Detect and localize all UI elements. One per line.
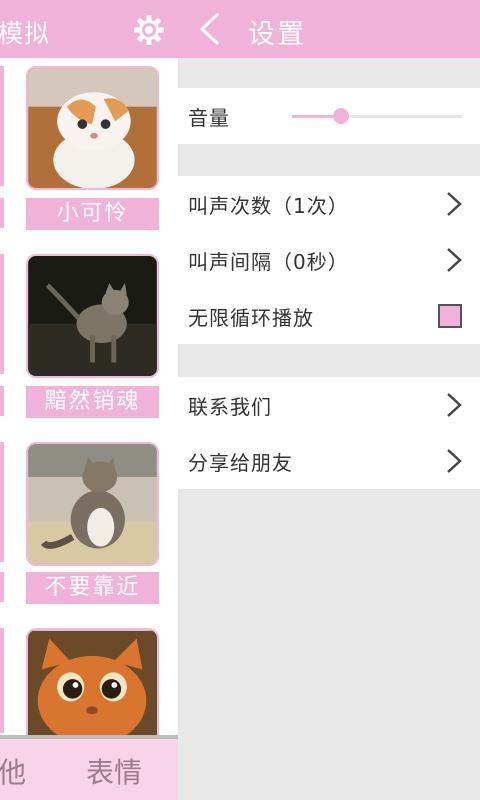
background-app-header: 模拟	[0, 0, 178, 58]
cat-card-image[interactable]	[26, 442, 159, 566]
background-app-tab-bar: 他 表情	[0, 735, 178, 800]
cat-card-caption[interactable]: 黯然销魂	[26, 386, 159, 418]
volume-slider-thumb[interactable]	[333, 108, 350, 124]
partial-caption-edge	[0, 386, 4, 416]
volume-label: 音量	[188, 106, 230, 130]
cat-photo-tabby-sitting	[28, 444, 157, 564]
cat-photo-white-orange	[28, 68, 157, 188]
cat-card-caption[interactable]: 小可怜	[26, 198, 159, 230]
cat-card-image[interactable]	[26, 254, 159, 378]
cat-card-caption[interactable]: 不要靠近	[26, 572, 159, 604]
sound-interval-label: 叫声间隔（0秒）	[188, 250, 349, 274]
tab-other[interactable]: 他	[0, 751, 26, 791]
tab-emoji[interactable]: 表情	[86, 751, 142, 791]
chevron-right-icon	[447, 248, 462, 272]
background-app-title: 模拟	[0, 19, 51, 48]
sound-count-label: 叫声次数（1次）	[188, 194, 349, 218]
back-arrow-icon[interactable]	[196, 10, 224, 48]
settings-header: 设置	[178, 0, 480, 58]
background-app: 模拟 小可怜 黯然销魂 不要靠近 他 表情	[0, 0, 178, 800]
chevron-right-icon	[447, 192, 462, 216]
gear-icon[interactable]	[132, 13, 166, 47]
partial-caption-edge	[0, 198, 4, 228]
infinite-loop-checkbox[interactable]	[438, 304, 462, 328]
cat-photo-tabby-dark	[28, 256, 157, 376]
partial-card-edge	[0, 66, 4, 186]
infinite-loop-label: 无限循环播放	[188, 306, 314, 330]
partial-card-edge	[0, 628, 4, 733]
page-title: 设置	[248, 19, 306, 50]
partial-card-edge	[0, 254, 4, 374]
chevron-right-icon	[447, 449, 462, 473]
cat-card-image[interactable]	[26, 66, 159, 190]
sound-interval-row[interactable]: 叫声间隔（0秒）	[178, 232, 480, 288]
share-row[interactable]: 分享给朋友	[178, 433, 480, 489]
share-label: 分享给朋友	[188, 451, 293, 475]
infinite-loop-row[interactable]: 无限循环播放	[178, 288, 480, 344]
cat-card-image[interactable]	[26, 628, 159, 740]
partial-caption-edge	[0, 572, 4, 602]
settings-panel: 设置 音量 叫声次数（1次） 叫声间隔（0秒） 无限循环播放 联系我们 分享给朋…	[178, 0, 480, 800]
sound-count-row[interactable]: 叫声次数（1次）	[178, 176, 480, 232]
partial-card-edge	[0, 442, 4, 562]
volume-slider[interactable]	[292, 108, 462, 124]
chevron-right-icon	[447, 393, 462, 417]
contact-us-row[interactable]: 联系我们	[178, 377, 480, 433]
volume-row: 音量	[178, 88, 480, 144]
contact-us-label: 联系我们	[188, 395, 272, 419]
cat-photo-orange-puss	[28, 630, 157, 740]
